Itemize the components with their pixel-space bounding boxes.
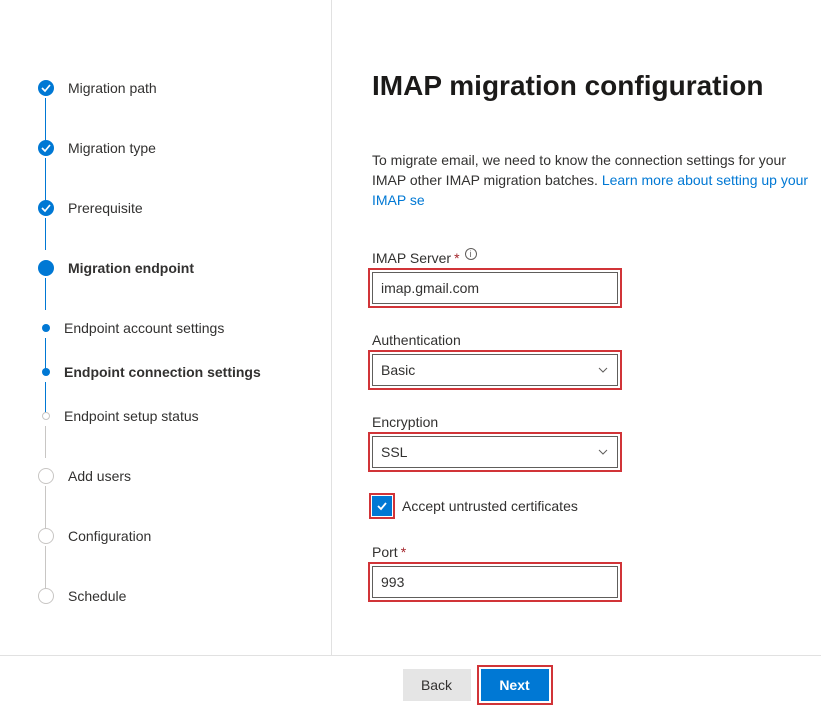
check-icon <box>38 140 54 156</box>
port-input[interactable]: 993 <box>372 566 618 598</box>
step-endpoint-account[interactable]: Endpoint account settings <box>38 318 331 338</box>
chevron-down-icon <box>597 364 609 376</box>
back-button[interactable]: Back <box>403 669 471 701</box>
step-migration-type[interactable]: Migration type <box>38 138 331 158</box>
authentication-select[interactable]: Basic <box>372 354 618 386</box>
substep-pending-icon <box>42 412 50 420</box>
step-label: Endpoint setup status <box>64 408 199 424</box>
step-label: Configuration <box>68 528 151 544</box>
required-asterisk: * <box>454 250 459 266</box>
field-authentication: Authentication Basic <box>372 332 821 386</box>
pending-step-icon <box>38 588 54 604</box>
substep-icon <box>42 368 50 376</box>
authentication-label: Authentication <box>372 332 821 348</box>
pending-step-icon <box>38 468 54 484</box>
step-schedule[interactable]: Schedule <box>38 586 331 606</box>
description-text: To migrate email, we need to know the co… <box>372 150 821 210</box>
field-encryption: Encryption SSL <box>372 414 821 468</box>
step-configuration[interactable]: Configuration <box>38 526 331 546</box>
step-label: Endpoint account settings <box>64 320 224 336</box>
imap-server-label: IMAP Server * i <box>372 250 821 266</box>
info-icon[interactable]: i <box>465 248 477 260</box>
required-asterisk: * <box>401 544 406 560</box>
chevron-down-icon <box>597 446 609 458</box>
pending-step-icon <box>38 528 54 544</box>
next-button[interactable]: Next <box>481 669 549 701</box>
step-migration-endpoint[interactable]: Migration endpoint <box>38 258 331 278</box>
checkmark-icon <box>376 500 388 512</box>
imap-server-input[interactable]: imap.gmail.com <box>372 272 618 304</box>
accept-untrusted-row: Accept untrusted certificates <box>372 496 821 516</box>
field-imap-server: IMAP Server * i imap.gmail.com <box>372 250 821 304</box>
page-title: IMAP migration configuration <box>372 70 821 102</box>
step-label: Add users <box>68 468 131 484</box>
step-label: Prerequisite <box>68 200 143 216</box>
step-label: Schedule <box>68 588 126 604</box>
footer-bar: Back Next <box>0 655 821 713</box>
step-label: Endpoint connection settings <box>64 364 261 380</box>
encryption-select[interactable]: SSL <box>372 436 618 468</box>
check-icon <box>38 80 54 96</box>
step-endpoint-connection[interactable]: Endpoint connection settings <box>38 362 331 382</box>
accept-untrusted-label: Accept untrusted certificates <box>402 498 578 514</box>
step-migration-path[interactable]: Migration path <box>38 78 331 98</box>
field-port: Port * 993 <box>372 544 821 598</box>
accept-untrusted-checkbox[interactable] <box>372 496 392 516</box>
port-label: Port * <box>372 544 821 560</box>
check-icon <box>38 200 54 216</box>
wizard-sidebar: Migration path Migration type Prerequisi… <box>0 0 332 655</box>
step-label: Migration path <box>68 80 157 96</box>
main-panel: IMAP migration configuration To migrate … <box>332 0 821 655</box>
substep-icon <box>42 324 50 332</box>
current-step-icon <box>38 260 54 276</box>
encryption-label: Encryption <box>372 414 821 430</box>
step-add-users[interactable]: Add users <box>38 466 331 486</box>
step-prerequisite[interactable]: Prerequisite <box>38 198 331 218</box>
step-label: Migration type <box>68 140 156 156</box>
step-label: Migration endpoint <box>68 260 194 276</box>
step-endpoint-status[interactable]: Endpoint setup status <box>38 406 331 426</box>
